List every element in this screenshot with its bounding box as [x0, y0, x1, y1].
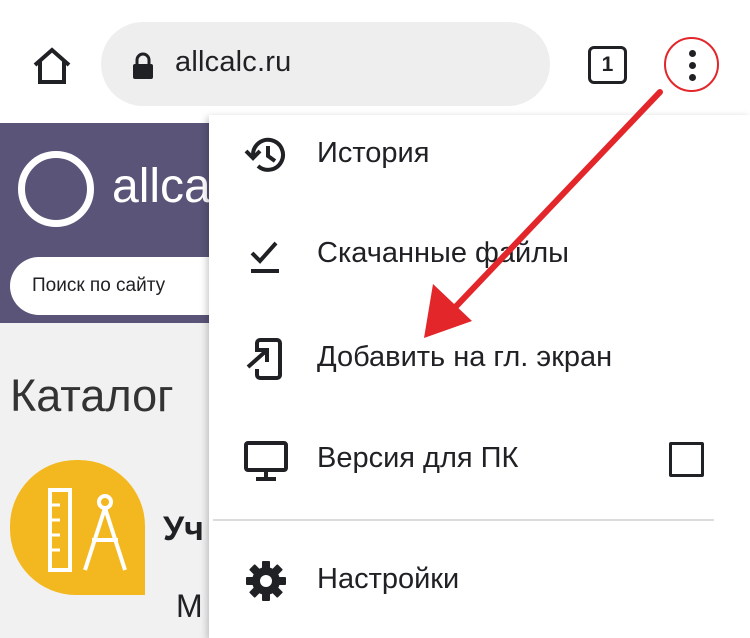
menu-item-label: Версия для ПК: [317, 442, 519, 474]
menu-item-downloads[interactable]: Скачанные файлы: [209, 215, 750, 295]
catalog-item-title[interactable]: Уч: [163, 510, 204, 549]
menu-item-history[interactable]: История: [209, 115, 750, 195]
catalog-item-subtitle: М: [176, 588, 203, 624]
tab-switcher-button[interactable]: 1: [588, 46, 627, 84]
menu-item-label: Добавить на гл. экран: [317, 341, 613, 373]
desktop-version-checkbox[interactable]: [669, 442, 704, 477]
site-logo-text: allca: [112, 160, 211, 213]
url-bar[interactable]: allcalc.ru: [101, 22, 550, 106]
menu-item-settings[interactable]: Настройки: [209, 541, 750, 621]
browser-toolbar: allcalc.ru 1: [0, 0, 750, 123]
more-vert-dot: [689, 62, 696, 69]
menu-item-label: Настройки: [317, 563, 460, 595]
more-vert-dot: [689, 74, 696, 81]
more-vert-icon: [689, 50, 696, 57]
catalog-title: Каталог: [10, 370, 174, 421]
tab-count: 1: [601, 53, 614, 76]
add-to-home-screen-icon: [246, 338, 282, 380]
history-icon: [244, 137, 285, 172]
home-icon: [33, 47, 71, 84]
desktop-icon: [244, 441, 288, 481]
home-button[interactable]: [22, 36, 82, 96]
browser-overflow-menu: История Скачанные файлы Добавить на гл. …: [209, 115, 750, 638]
menu-item-label: Скачанные файлы: [317, 237, 570, 269]
downloads-icon: [250, 241, 279, 273]
lock-icon: [133, 52, 153, 79]
site-logo-icon: [18, 151, 94, 227]
site-search-placeholder: Поиск по сайту: [32, 275, 166, 296]
menu-item-add-to-home-screen[interactable]: Добавить на гл. экран: [209, 319, 750, 399]
menu-divider: [213, 519, 714, 521]
more-options-button[interactable]: [664, 37, 719, 92]
menu-item-label: История: [317, 137, 430, 169]
ruler-compass-icon[interactable]: [10, 460, 145, 595]
url-text: allcalc.ru: [175, 46, 292, 78]
settings-icon: [246, 561, 286, 601]
